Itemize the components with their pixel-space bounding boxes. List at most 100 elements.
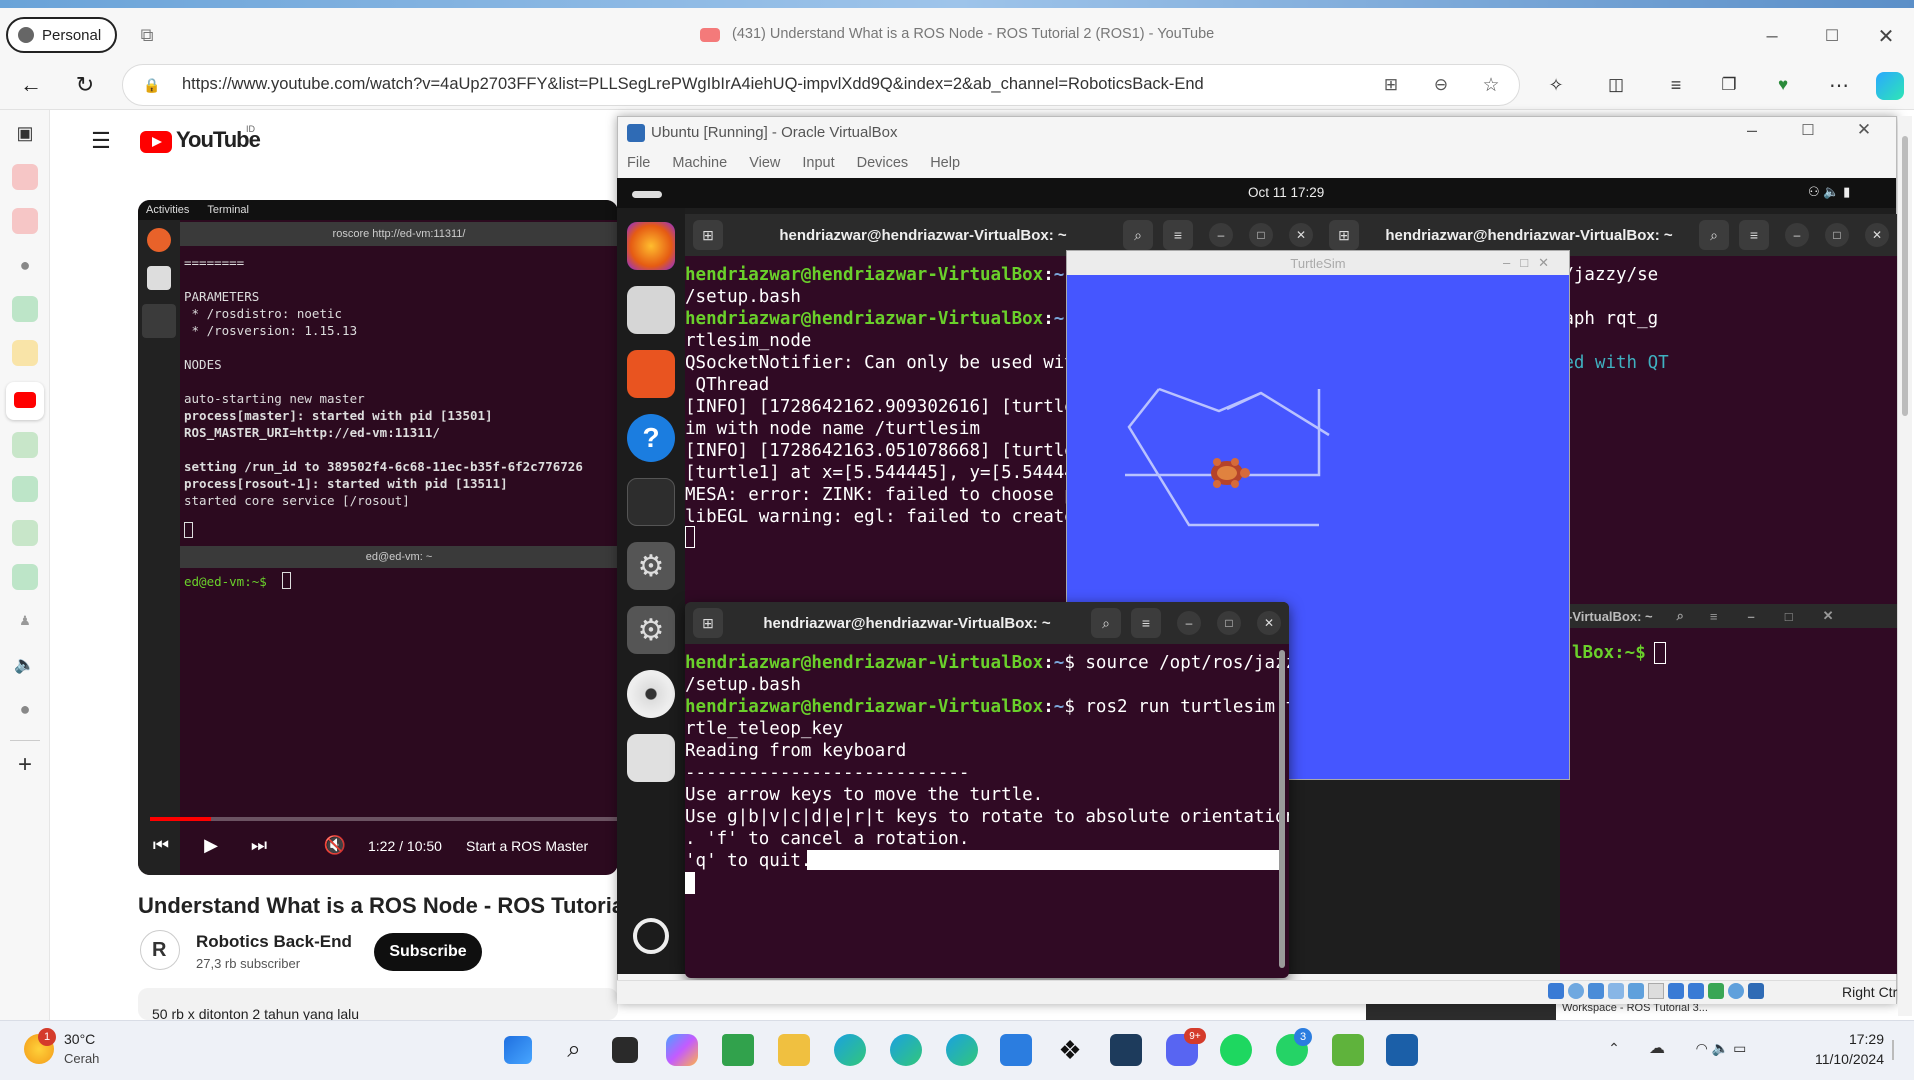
- teleop-scrollbar[interactable]: [1279, 650, 1285, 968]
- edge-profile2-icon[interactable]: [890, 1034, 922, 1066]
- collections-icon[interactable]: ❐: [1716, 72, 1742, 98]
- vbox-menu-item[interactable]: Help: [930, 155, 960, 171]
- sidebar-user-icon[interactable]: ♟: [12, 608, 38, 634]
- sidebar-youtube2-icon[interactable]: [12, 208, 38, 234]
- vbox-minimize-icon[interactable]: –: [1740, 118, 1764, 142]
- vbox-menu-item[interactable]: Input: [802, 155, 834, 171]
- channel-avatar[interactable]: R: [140, 930, 180, 970]
- sidebar-youtube-icon[interactable]: [12, 164, 38, 190]
- youtube-logo-icon[interactable]: [140, 131, 172, 153]
- copilot-taskbar-icon[interactable]: [666, 1034, 698, 1066]
- vbox-menu-item[interactable]: File: [627, 155, 650, 171]
- dropbox-icon[interactable]: ❖: [1054, 1034, 1086, 1066]
- sidebar-sheets3-icon[interactable]: [12, 564, 38, 590]
- favorites-list-icon[interactable]: ≡: [1663, 72, 1689, 98]
- vbox-menu-item[interactable]: Machine: [672, 155, 727, 171]
- close-icon[interactable]: ✕: [1823, 608, 1834, 624]
- virtualbox-taskbar-icon[interactable]: [1386, 1034, 1418, 1066]
- firefox-icon[interactable]: [627, 222, 675, 270]
- sidebar-audio-icon[interactable]: 🔈: [12, 652, 38, 678]
- weather-temp[interactable]: 30°C: [64, 1031, 95, 1047]
- show-apps-icon[interactable]: [633, 918, 669, 954]
- extensions-icon[interactable]: ✧: [1543, 72, 1569, 98]
- sidebar-github-icon[interactable]: ●: [12, 252, 38, 278]
- previous-icon[interactable]: ⏮: [148, 832, 174, 858]
- maximize-icon[interactable]: □: [1785, 609, 1793, 624]
- app-center-icon[interactable]: [627, 350, 675, 398]
- vbox-menu-item[interactable]: View: [749, 155, 780, 171]
- split-screen-icon[interactable]: ◫: [1603, 72, 1629, 98]
- subscribe-button[interactable]: Subscribe: [374, 933, 482, 971]
- search-icon[interactable]: ⌕: [1699, 220, 1729, 250]
- store-icon[interactable]: [1000, 1034, 1032, 1066]
- menu-icon[interactable]: ≡: [1739, 220, 1769, 250]
- taskbar-time[interactable]: 17:29: [1834, 1031, 1884, 1047]
- close-icon[interactable]: ✕: [1865, 223, 1889, 247]
- settings2-icon[interactable]: ⚙: [627, 606, 675, 654]
- close-icon[interactable]: ✕: [1289, 223, 1313, 247]
- menu-icon[interactable]: ≡: [1710, 609, 1718, 624]
- search-icon[interactable]: ⌕: [1677, 608, 1684, 624]
- maximize-icon[interactable]: ☐: [1818, 22, 1846, 50]
- edge-profile3-icon[interactable]: [946, 1034, 978, 1066]
- more-icon[interactable]: ⋯: [1826, 72, 1852, 98]
- teleop-terminal[interactable]: ⊞ hendriazwar@hendriazwar-VirtualBox: ~ …: [685, 602, 1289, 978]
- sidebar-slides-icon[interactable]: [12, 340, 38, 366]
- menu-icon[interactable]: ≡: [1131, 608, 1161, 638]
- favorite-star-icon[interactable]: ☆: [1478, 72, 1504, 98]
- maximize-icon[interactable]: □: [1217, 611, 1241, 635]
- sidebar-github2-icon[interactable]: ●: [12, 696, 38, 722]
- sidebar-tabs-icon[interactable]: ▣: [12, 120, 38, 146]
- sidebar-active-youtube-icon[interactable]: [6, 382, 44, 420]
- close-icon[interactable]: ✕: [1257, 611, 1281, 635]
- show-desktop[interactable]: [1892, 1040, 1894, 1060]
- play-icon[interactable]: ▶: [198, 832, 224, 858]
- vbox-menu-item[interactable]: Devices: [857, 155, 909, 171]
- refresh-icon[interactable]: ↻: [70, 70, 100, 100]
- search-icon[interactable]: ⌕: [1091, 608, 1121, 638]
- app-available-icon[interactable]: ⊞: [1378, 72, 1404, 98]
- media-player-icon[interactable]: [722, 1034, 754, 1066]
- new-tab-icon[interactable]: ⊞: [693, 608, 723, 638]
- weather-desc[interactable]: Cerah: [64, 1051, 99, 1066]
- settings-icon[interactable]: ⚙: [627, 542, 675, 590]
- vbox-close-icon[interactable]: ✕: [1852, 118, 1876, 142]
- terminal-3[interactable]: -VirtualBox: ~ ⌕ ≡ – □ ✕ lBox:~$: [1560, 604, 1897, 974]
- minimize-icon[interactable]: –: [1748, 609, 1755, 624]
- disc-icon[interactable]: [627, 670, 675, 718]
- menu-icon[interactable]: ≡: [1163, 220, 1193, 250]
- sidebar-sheets-icon[interactable]: [12, 296, 38, 322]
- copilot-icon[interactable]: [1876, 72, 1904, 100]
- muted-volume-icon[interactable]: 🔇: [322, 832, 348, 858]
- profile-button[interactable]: Personal: [6, 17, 118, 53]
- task-view-icon[interactable]: [612, 1037, 638, 1063]
- progress-track[interactable]: [150, 817, 618, 821]
- search-icon[interactable]: ⌕: [1123, 220, 1153, 250]
- new-tab-icon[interactable]: ⊞: [693, 220, 723, 250]
- workspaces-icon[interactable]: ⧉: [134, 22, 160, 48]
- next-icon[interactable]: ⏭: [246, 832, 272, 858]
- chevron-up-icon[interactable]: ⌃: [1604, 1038, 1624, 1058]
- sidebar-add-icon[interactable]: +: [12, 751, 38, 778]
- edge-icon[interactable]: [834, 1034, 866, 1066]
- trash-icon[interactable]: [627, 734, 675, 782]
- search-icon[interactable]: ⌕: [558, 1034, 590, 1066]
- vbox-maximize-icon[interactable]: ☐: [1796, 118, 1820, 142]
- spotify-icon[interactable]: [1220, 1034, 1252, 1066]
- vbox-status-icons[interactable]: [1548, 983, 1764, 999]
- minimize-icon[interactable]: –: [1785, 223, 1809, 247]
- minimize-icon[interactable]: –: [1177, 611, 1201, 635]
- file-explorer-icon[interactable]: [778, 1034, 810, 1066]
- terminal-icon[interactable]: [627, 478, 675, 526]
- sidebar-drive-icon[interactable]: [12, 432, 38, 458]
- chapter-title[interactable]: Start a ROS Master: [466, 838, 588, 854]
- hamburger-menu-icon[interactable]: ☰: [88, 128, 114, 154]
- lock-icon[interactable]: 🔒: [142, 74, 162, 96]
- sidebar-drive2-icon[interactable]: [12, 520, 38, 546]
- taskbar-date[interactable]: 11/10/2024: [1790, 1051, 1884, 1067]
- video-player[interactable]: Activities Terminal roscore http://ed-vm…: [138, 200, 618, 875]
- maximize-icon[interactable]: □: [1249, 223, 1273, 247]
- page-scrollbar-thumb[interactable]: [1902, 136, 1908, 416]
- minimize-icon[interactable]: –: [1758, 22, 1786, 50]
- close-icon[interactable]: ✕: [1872, 22, 1900, 50]
